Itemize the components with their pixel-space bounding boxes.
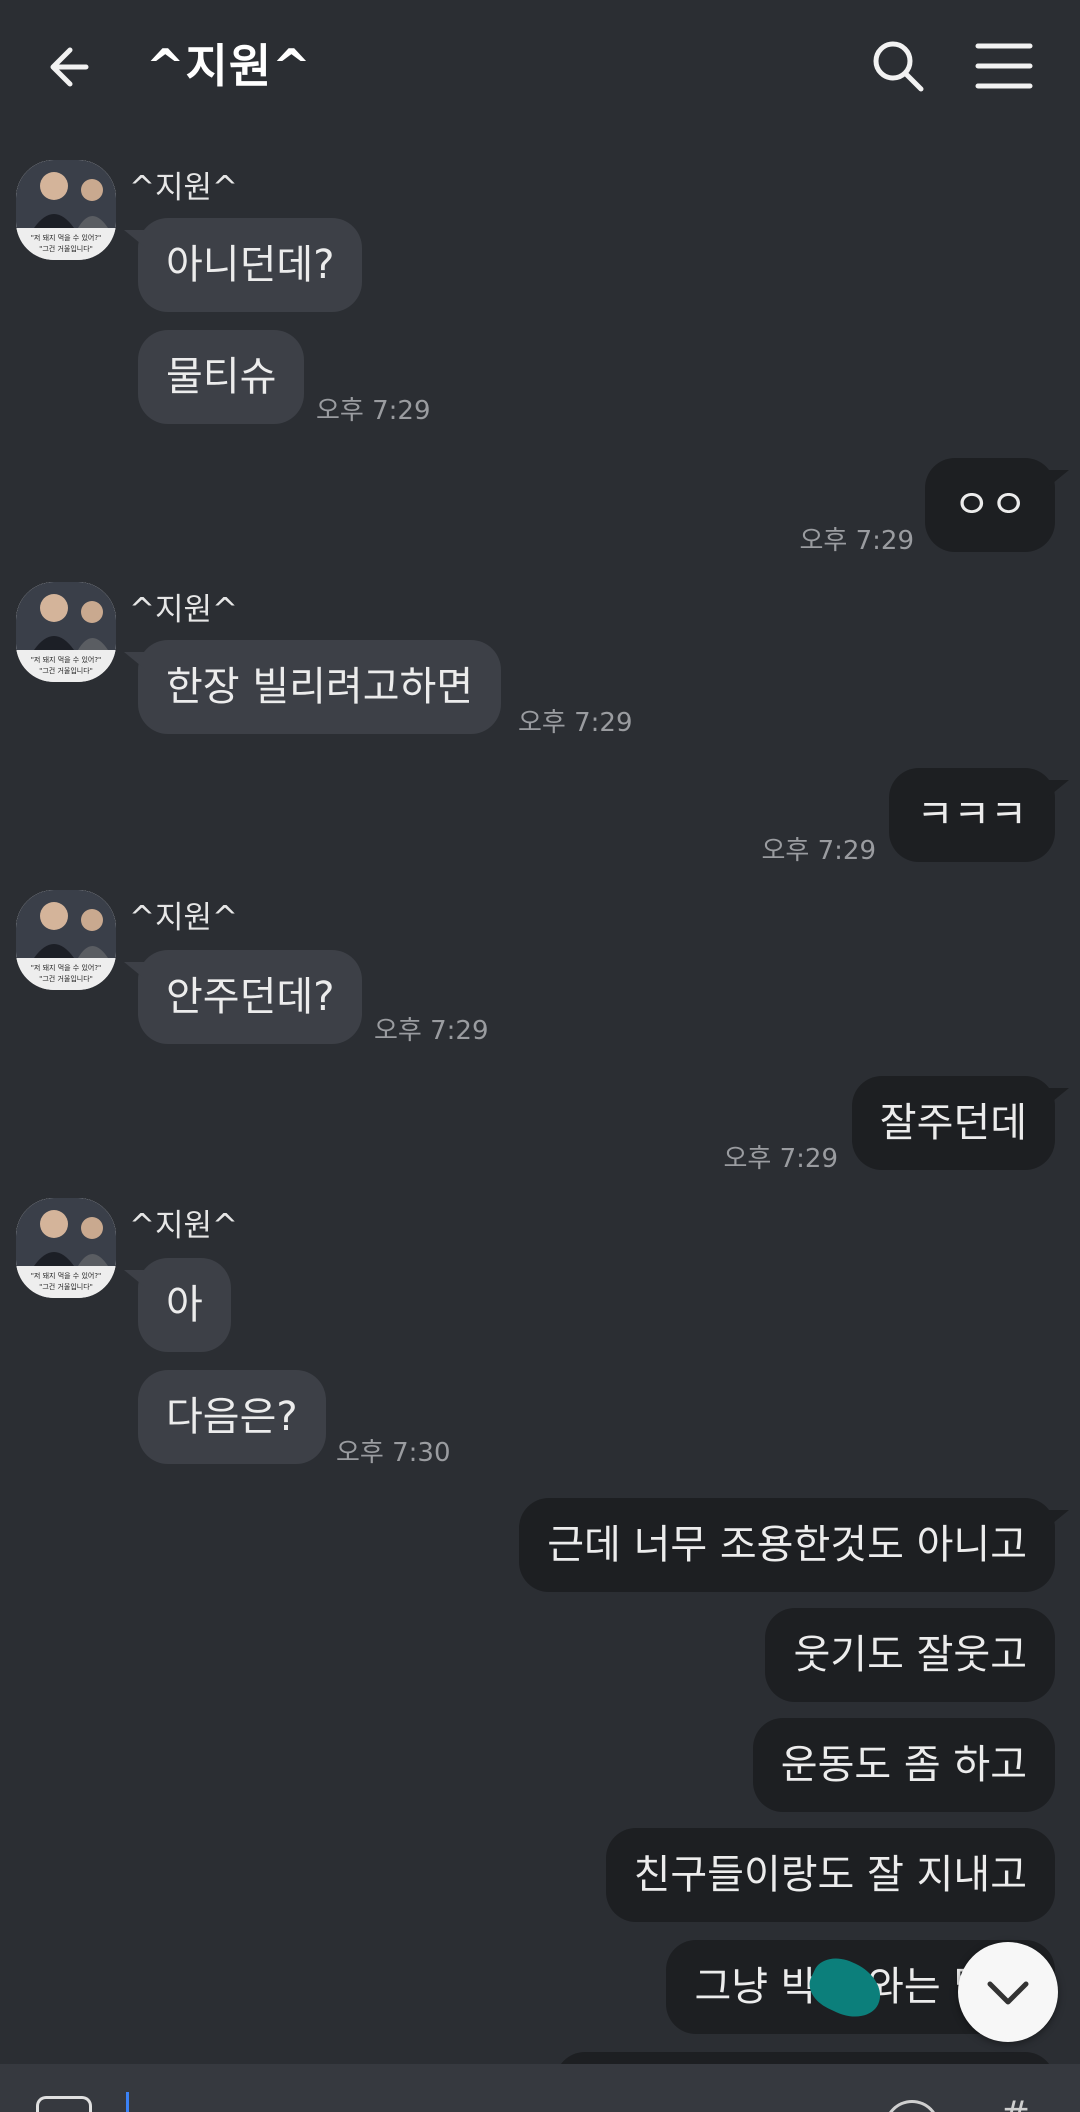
profile-photo: "저 돼지 먹을 수 있어?" "그건 거울입니다" [16, 582, 116, 682]
scroll-to-bottom-button[interactable] [958, 1942, 1058, 2042]
hamburger-menu-icon [975, 43, 1033, 89]
message-time: 오후 7:29 [723, 1144, 839, 1174]
sender-name: ^지원^ [129, 592, 238, 628]
menu-button[interactable] [974, 38, 1034, 94]
avatar-caption-1: "저 돼지 먹을 수 있어?" [31, 1271, 102, 1280]
message-time: 오후 7:29 [374, 1016, 489, 1046]
message-list[interactable]: "저 돼지 먹을 수 있어?" "그건 거울입니다" ^지원^ 아니던데? 물티… [0, 134, 1080, 2112]
profile-photo: "저 돼지 먹을 수 있어?" "그건 거울입니다" [16, 890, 116, 990]
message-bubble-in[interactable]: 다음은? [138, 1370, 326, 1464]
message-input-bar: # [0, 2064, 1080, 2112]
profile-photo: "저 돼지 먹을 수 있어?" "그건 거울입니다" [16, 160, 116, 260]
message-time: 오후 7:29 [799, 526, 915, 556]
message-bubble-in[interactable]: 아니던데? [123, 218, 363, 312]
message-time: 오후 7:30 [336, 1438, 451, 1468]
message-time: 오후 7:29 [518, 708, 633, 738]
message-bubble-out[interactable]: 웃기도 잘웃고 [765, 1608, 1055, 1702]
message-time: 오후 7:29 [316, 396, 431, 426]
profile-photo: "저 돼지 먹을 수 있어?" "그건 거울입니다" [16, 1198, 116, 1298]
search-icon [873, 41, 924, 92]
search-button[interactable] [868, 36, 928, 96]
message-bubble-out[interactable]: ㅋㅋㅋ [888, 768, 1070, 862]
avatar-caption-1: "저 돼지 먹을 수 있어?" [31, 655, 102, 664]
message-bubble-out[interactable]: 운동도 좀 하고 [752, 1718, 1055, 1812]
chat-title: ^지원^ [146, 39, 312, 93]
avatar-caption-2: "그건 거울입니다" [39, 244, 93, 253]
message-bubble-out[interactable]: 잘주던데 [851, 1076, 1070, 1170]
emoji-button[interactable] [884, 2100, 940, 2112]
message-bubble-in[interactable]: 안주던데? [123, 950, 363, 1044]
avatar-caption-2: "그건 거울입니다" [39, 666, 93, 675]
message-time: 오후 7:29 [761, 836, 877, 866]
chat-header: ^지원^ [0, 0, 1080, 134]
avatar-caption-2: "그건 거울입니다" [39, 1282, 93, 1291]
avatar-caption-1: "저 돼지 먹을 수 있어?" [31, 233, 102, 242]
back-button[interactable] [40, 34, 106, 100]
message-bubble-out[interactable]: 근데 너무 조용한것도 아니고 [519, 1498, 1069, 1592]
arrow-left-icon [50, 47, 89, 87]
avatar-caption-2: "그건 거울입니다" [39, 974, 93, 983]
message-bubble-in[interactable]: 한장 빌리려고하면 [123, 640, 502, 734]
avatar[interactable]: "저 돼지 먹을 수 있어?" "그건 거울입니다" [16, 1198, 116, 1298]
chevron-down-icon [987, 1981, 1029, 2005]
message-bubble-in[interactable]: 아 [124, 1258, 231, 1352]
hash-button[interactable]: # [1000, 2094, 1030, 2112]
text-cursor[interactable] [126, 2092, 129, 2112]
message-bubble-out[interactable]: ㅇㅇ [925, 458, 1069, 552]
message-bubble-in[interactable]: 물티슈 [138, 330, 305, 424]
sender-name: ^지원^ [129, 1208, 238, 1244]
sender-name: ^지원^ [129, 170, 238, 206]
avatar[interactable]: "저 돼지 먹을 수 있어?" "그건 거울입니다" [16, 890, 116, 990]
message-bubble-out[interactable]: 친구들이랑도 잘 지내고 [605, 1828, 1055, 1922]
attach-button[interactable] [36, 2096, 92, 2112]
avatar[interactable]: "저 돼지 먹을 수 있어?" "그건 거울입니다" [16, 160, 116, 260]
avatar-caption-1: "저 돼지 먹을 수 있어?" [31, 963, 102, 972]
avatar[interactable]: "저 돼지 먹을 수 있어?" "그건 거울입니다" [16, 582, 116, 682]
sender-name: ^지원^ [129, 900, 238, 936]
